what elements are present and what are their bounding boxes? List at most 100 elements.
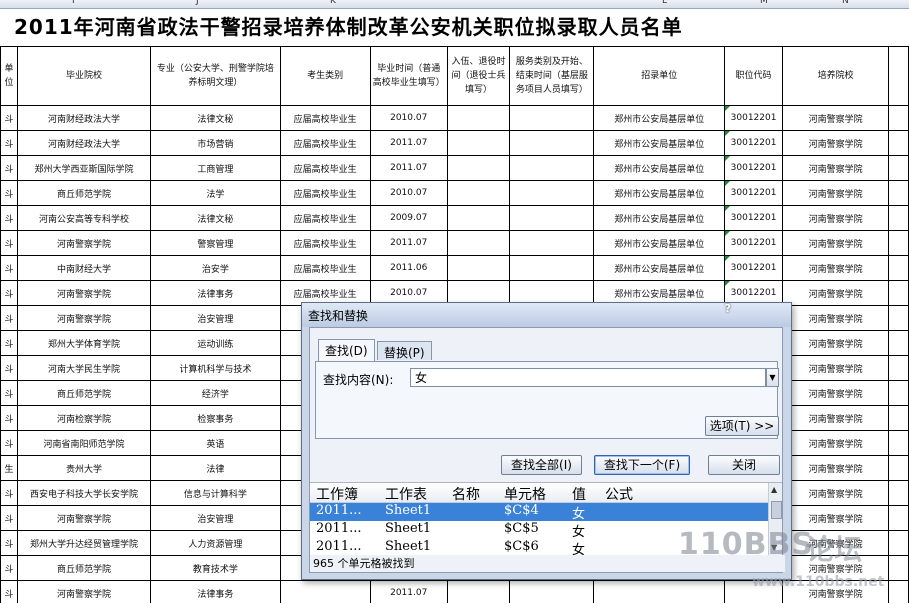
table-cell[interactable] — [446, 230, 511, 256]
column-header-cell[interactable]: 培养院校 — [781, 46, 890, 106]
table-cell[interactable]: 2011.06 — [369, 255, 448, 281]
empty-cell[interactable] — [888, 46, 909, 106]
table-cell[interactable]: 治安管理 — [150, 305, 281, 331]
table-cell[interactable]: 河南警察学院 — [781, 205, 890, 231]
empty-cell[interactable] — [888, 280, 909, 306]
results-column-header[interactable]: 工作表 — [385, 484, 427, 504]
table-cell[interactable]: 河南警察学院 — [781, 180, 890, 206]
table-cell[interactable]: 2011.07 — [369, 580, 448, 603]
results-column-header[interactable]: 值 — [572, 484, 586, 504]
scrollbar-thumb[interactable] — [771, 501, 782, 519]
table-cell[interactable] — [446, 130, 511, 156]
column-header-cell[interactable]: 毕业时间（普通高校毕业生填写） — [369, 46, 448, 106]
table-cell[interactable] — [509, 180, 595, 206]
table-cell[interactable]: 2011.07 — [369, 155, 448, 181]
table-cell[interactable]: 河南警察学院 — [781, 430, 890, 456]
table-cell[interactable]: 2011.07 — [369, 230, 448, 256]
table-cell[interactable]: 河南财经政法大学 — [16, 130, 152, 156]
table-cell[interactable]: 斗 — [0, 555, 18, 581]
table-cell[interactable]: 斗 — [0, 580, 18, 603]
table-cell[interactable]: 郑州大学体育学院 — [16, 330, 152, 356]
table-cell[interactable]: 河南警察学院 — [781, 355, 890, 381]
table-cell[interactable] — [509, 255, 595, 281]
result-row[interactable]: 2011... Sheet1 $C$5 女 — [310, 521, 768, 540]
table-cell[interactable]: 河南警察学院 — [16, 580, 152, 603]
table-cell[interactable]: 斗 — [0, 105, 18, 131]
table-cell[interactable]: 河南警察学院 — [781, 230, 890, 256]
empty-cell[interactable] — [888, 180, 909, 206]
table-cell[interactable] — [446, 580, 511, 603]
chevron-down-icon[interactable]: ▼ — [766, 368, 779, 387]
table-cell[interactable]: 河南警察学院 — [781, 455, 890, 481]
empty-cell[interactable] — [888, 555, 909, 581]
table-cell[interactable]: 河南警察学院 — [16, 305, 152, 331]
empty-cell[interactable] — [888, 405, 909, 431]
empty-cell[interactable] — [888, 255, 909, 281]
find-all-button[interactable]: 查找全部(I) — [501, 455, 582, 475]
table-cell[interactable]: 30012201 — [724, 180, 783, 206]
empty-cell[interactable] — [888, 580, 909, 603]
options-button[interactable]: 选项(T) >> — [705, 416, 779, 436]
table-cell[interactable]: 市场营销 — [150, 130, 281, 156]
column-letter[interactable]: N — [842, 0, 849, 6]
column-letter[interactable]: I — [72, 0, 75, 6]
table-cell[interactable]: 商丘师范学院 — [16, 380, 152, 406]
close-button[interactable]: 关闭 — [708, 455, 780, 475]
table-cell[interactable]: 斗 — [0, 430, 18, 456]
table-cell[interactable]: 2010.07 — [369, 180, 448, 206]
table-cell[interactable]: 法律 — [150, 455, 281, 481]
scroll-down-icon[interactable]: ▼ — [771, 543, 777, 552]
table-cell[interactable]: 河南警察学院 — [781, 105, 890, 131]
empty-cell[interactable] — [888, 355, 909, 381]
table-cell[interactable]: 法律文秘 — [150, 105, 281, 131]
table-cell[interactable]: 河南警察学院 — [781, 330, 890, 356]
table-cell[interactable]: 河南警察学院 — [16, 505, 152, 531]
table-cell[interactable]: 信息与计算科学 — [150, 480, 281, 506]
table-cell[interactable]: 30012201 — [724, 255, 783, 281]
empty-cell[interactable] — [888, 130, 909, 156]
tab-find[interactable]: 查找(D) — [318, 339, 375, 361]
table-cell[interactable]: 河南警察学院 — [781, 380, 890, 406]
table-cell[interactable]: 检察事务 — [150, 405, 281, 431]
table-cell[interactable]: 工商管理 — [150, 155, 281, 181]
empty-cell[interactable] — [888, 105, 909, 131]
table-cell[interactable]: 斗 — [0, 405, 18, 431]
table-cell[interactable]: 应届高校毕业生 — [279, 130, 371, 156]
table-cell[interactable]: 贵州大学 — [16, 455, 152, 481]
table-cell[interactable] — [509, 580, 595, 603]
result-row[interactable]: 2011... Sheet1 $C$6 女 — [310, 539, 768, 555]
table-cell[interactable]: 人力资源管理 — [150, 530, 281, 556]
table-cell[interactable]: 2009.07 — [369, 205, 448, 231]
table-cell[interactable]: 中南财经大学 — [16, 255, 152, 281]
column-header-cell[interactable]: 职位代码 — [724, 46, 783, 106]
column-letter[interactable]: M — [760, 0, 768, 6]
empty-cell[interactable] — [888, 230, 909, 256]
table-cell[interactable]: 河南警察学院 — [781, 580, 890, 603]
column-header-cell[interactable]: 专业（公安大学、刑警学院培养标明文理） — [150, 46, 281, 106]
table-cell[interactable] — [446, 105, 511, 131]
table-cell[interactable]: 斗 — [0, 230, 18, 256]
table-cell[interactable]: 应届高校毕业生 — [279, 255, 371, 281]
column-header-strip[interactable]: I J K L M N — [0, 0, 909, 9]
table-cell[interactable]: 运动训练 — [150, 330, 281, 356]
table-cell[interactable]: 应届高校毕业生 — [279, 205, 371, 231]
table-cell[interactable]: 郑州市公安局基层单位 — [593, 105, 726, 131]
table-cell[interactable]: 斗 — [0, 355, 18, 381]
table-cell[interactable]: 应届高校毕业生 — [279, 105, 371, 131]
table-cell[interactable]: 应届高校毕业生 — [279, 230, 371, 256]
table-cell[interactable]: 英语 — [150, 430, 281, 456]
find-what-input[interactable] — [410, 368, 766, 387]
table-cell[interactable]: 应届高校毕业生 — [279, 180, 371, 206]
table-cell[interactable]: 30012201 — [724, 105, 783, 131]
empty-cell[interactable] — [888, 380, 909, 406]
table-cell[interactable] — [509, 230, 595, 256]
table-cell[interactable]: 斗 — [0, 205, 18, 231]
table-cell[interactable]: 郑州市公安局基层单位 — [593, 155, 726, 181]
table-cell[interactable]: 斗 — [0, 280, 18, 306]
empty-cell[interactable] — [888, 155, 909, 181]
table-cell[interactable]: 河南警察学院 — [781, 530, 890, 556]
table-cell[interactable]: 河南警察学院 — [781, 155, 890, 181]
column-letter[interactable]: K — [330, 0, 336, 6]
table-cell[interactable] — [509, 105, 595, 131]
table-cell[interactable]: 2010.07 — [369, 105, 448, 131]
